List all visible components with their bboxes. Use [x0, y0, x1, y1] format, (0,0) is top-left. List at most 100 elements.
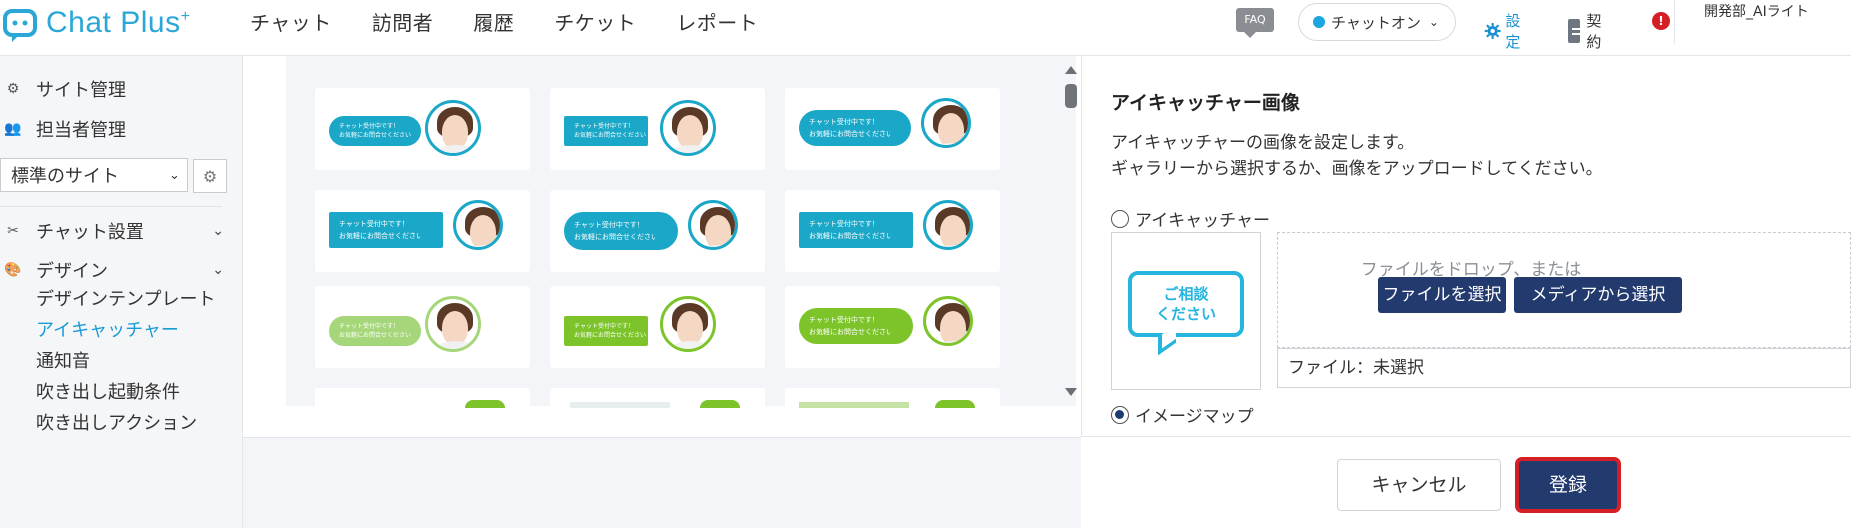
gallery-card[interactable]: チャット受付中です！ お気軽にお問合せください: [785, 190, 1000, 272]
nav-tickets[interactable]: チケット: [554, 7, 636, 36]
bubble-line1: チャット受付中です！: [339, 220, 409, 228]
radio-button[interactable]: [1111, 209, 1129, 228]
speech-bubble: チャット受付中です！ お気軽にお問合せください: [562, 314, 650, 348]
radio-button-selected[interactable]: [1111, 405, 1129, 424]
radio-eyecatcher[interactable]: アイキャッチャー: [1111, 206, 1270, 231]
chevron-down-icon: ⌄: [169, 167, 180, 183]
gallery-card[interactable]: チャット受付中です！ お気軽にお問合せください: [550, 190, 765, 272]
bubble-line1: チャット受付中です！: [339, 323, 399, 330]
sidebar-item-site-management[interactable]: ⚙ サイト管理: [0, 74, 230, 104]
register-button[interactable]: 登録: [1515, 457, 1621, 513]
panel-description: アイキャッチャーの画像を設定します。 ギャラリーから選択するか、画像をアップロー…: [1111, 130, 1603, 182]
sidebar-subitem-eyecatcher[interactable]: アイキャッチャー: [36, 318, 179, 344]
gallery-footer: [243, 437, 1081, 528]
sidebar: ⚙ サイト管理 👥 担当者管理 標準のサイト ⌄ ⚙ ✂ チャット設置 ⌄ 🎨 …: [0, 56, 243, 528]
description-line2: ギャラリーから選択するか、画像をアップロードしてください。: [1111, 159, 1603, 179]
gears-icon: ⚙: [6, 81, 20, 97]
chat-status-dropdown[interactable]: チャットオン ⌄: [1298, 3, 1456, 41]
bubble-line2: お気軽にお問合せください: [339, 232, 421, 240]
status-label: チャットオン: [1331, 13, 1421, 32]
sidebar-item-design[interactable]: 🎨 デザイン ⌄: [0, 255, 230, 285]
preview-line1: ご相談: [1163, 285, 1209, 303]
bubble-line2: お気軽にお問合せください: [574, 332, 647, 339]
chatplus-logo[interactable]: Chat Plus+: [0, 2, 190, 44]
gallery-scrollbar[interactable]: [1065, 84, 1077, 108]
nav-visitors[interactable]: 訪問者: [372, 7, 434, 36]
speech-bubble: チャット受付中です！ お気軽にお問合せください: [327, 314, 423, 348]
document-icon: [1568, 19, 1583, 43]
chevron-down-icon: ⌄: [212, 223, 224, 239]
avatar-edge: [465, 400, 505, 408]
palette-icon: 🎨: [4, 262, 22, 278]
gallery-card[interactable]: チャット受付中です！ お気軽にお問合せください: [315, 286, 530, 368]
chevron-down-icon: ⌄: [1428, 15, 1439, 29]
choose-media-button[interactable]: メディアから選択: [1514, 277, 1682, 313]
file-drop-zone[interactable]: ファイルをドロップ、または ファイルを選択 メディアから選択: [1277, 232, 1851, 348]
panel-title: アイキャッチャー画像: [1111, 92, 1300, 114]
nav-chat[interactable]: チャット: [250, 7, 332, 36]
contract-link[interactable]: 契約: [1568, 10, 1607, 52]
speech-bubble: チャット受付中です！ お気軽にお問合せください: [797, 108, 913, 148]
site-select[interactable]: 標準のサイト ⌄ ⚙: [0, 158, 227, 193]
bubble-line1: チャット受付中です！: [809, 118, 879, 126]
bubble-line2: お気軽にお問合せください: [574, 233, 656, 241]
alert-icon[interactable]: !: [1652, 12, 1670, 30]
chevron-down-icon: ⌄: [212, 262, 224, 278]
bubble-line1: チャット受付中です！: [574, 221, 644, 229]
avatar-edge: [700, 400, 740, 408]
gallery-card[interactable]: チャット受付中です！ お気軽にお問合せください: [315, 88, 530, 170]
eyecatcher-gallery: チャット受付中です！ お気軽にお問合せください チャット受付中です！ お気軽にお問合…: [286, 56, 1076, 408]
cancel-button[interactable]: キャンセル: [1337, 459, 1501, 511]
bubble-line2: お気軽にお問合せください: [339, 132, 412, 139]
header-divider: [1674, 0, 1675, 44]
sidebar-item-chat-setup[interactable]: ✂ チャット設置 ⌄: [0, 216, 230, 246]
sidebar-subitem-bubble-action[interactable]: 吹き出しアクション: [36, 411, 197, 437]
radio-label: イメージマップ: [1135, 407, 1254, 427]
site-settings-button[interactable]: ⚙: [193, 159, 227, 193]
sidebar-subitem-design-template[interactable]: デザインテンプレート: [36, 287, 215, 313]
sidebar-subitem-notification-sound[interactable]: 通知音: [36, 349, 90, 375]
scroll-down-icon[interactable]: [1065, 388, 1077, 396]
sidebar-subitem-bubble-trigger[interactable]: 吹き出し起動条件: [36, 380, 180, 406]
bubble-edge: [799, 402, 909, 408]
top-header: Chat Plus+ チャット 訪問者 履歴 チケット レポート FAQ チャッ…: [0, 0, 1851, 56]
sidebar-item-label: チャット設置: [36, 222, 144, 243]
bubble-line1: チャット受付中です！: [809, 316, 879, 324]
bubble-line1: チャット受付中です！: [809, 220, 879, 228]
gear-icon: ⚙: [202, 166, 218, 186]
contract-label: 契約: [1586, 12, 1602, 51]
preview-bubble-image: ご相談 ください: [1128, 271, 1244, 337]
speech-bubble: チャット受付中です！ お気軽にお問合せください: [797, 210, 915, 250]
bubble-line2: お気軽にお問合せください: [809, 130, 891, 138]
gallery-card[interactable]: チャット受付中です！ お気軽にお問合せください: [315, 190, 530, 272]
gallery-card[interactable]: [550, 388, 765, 408]
gallery-card[interactable]: チャット受付中です！ お気軽にお問合せください: [785, 286, 1000, 368]
speech-bubble: チャット受付中です！ お気軽にお問合せください: [797, 306, 915, 346]
operator-avatar: [660, 100, 716, 156]
gallery-card[interactable]: チャット受付中です！ お気軽にお問合せください: [550, 286, 765, 368]
scroll-up-icon[interactable]: [1065, 66, 1077, 74]
user-account-name[interactable]: 開発部_AIライト: [1704, 2, 1844, 22]
gallery-grid: チャット受付中です！ お気軽にお問合せください チャット受付中です！ お気軽にお問合…: [286, 56, 1076, 408]
bubble-line1: チャット受付中です！: [574, 323, 634, 330]
settings-link[interactable]: 設定: [1484, 10, 1527, 52]
nav-reports[interactable]: レポート: [676, 7, 758, 36]
sidebar-item-staff-management[interactable]: 👥 担当者管理: [0, 114, 230, 144]
operator-avatar: [453, 200, 503, 250]
sidebar-item-label: デザイン: [36, 261, 108, 282]
nav-history[interactable]: 履歴: [473, 7, 514, 36]
eyecatcher-preview: ご相談 ください: [1111, 232, 1261, 390]
bubble-line2: お気軽にお問合せください: [339, 332, 412, 339]
gallery-card[interactable]: [785, 388, 1000, 408]
radio-label: アイキャッチャー: [1135, 211, 1270, 231]
gallery-card[interactable]: チャット受付中です！ お気軽にお問合せください: [785, 88, 1000, 170]
settings-label: 設定: [1505, 12, 1521, 51]
site-select-value: 標準のサイト: [11, 166, 119, 187]
faq-icon[interactable]: FAQ: [1236, 8, 1274, 38]
speech-bubble: チャット受付中です！ お気軽にお問合せください: [327, 210, 445, 250]
radio-imagemap[interactable]: イメージマップ: [1111, 402, 1254, 427]
avatar-edge: [935, 400, 975, 408]
gallery-card[interactable]: [315, 388, 530, 408]
choose-file-button[interactable]: ファイルを選択: [1378, 277, 1506, 313]
gallery-card[interactable]: チャット受付中です！ お気軽にお問合せください: [550, 88, 765, 170]
